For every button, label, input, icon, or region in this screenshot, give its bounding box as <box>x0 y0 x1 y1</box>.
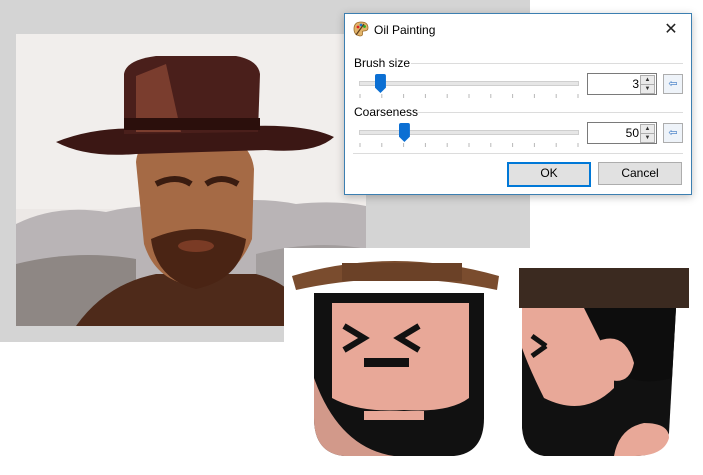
coarseness-reset-button[interactable]: ⇦ <box>663 123 683 143</box>
palette-icon <box>353 21 369 37</box>
reset-arrow-icon: ⇦ <box>668 78 678 90</box>
close-icon: ✕ <box>664 21 678 38</box>
coarseness-down-arrow-icon[interactable]: ▼ <box>640 133 655 143</box>
cartoon-heads <box>284 248 703 475</box>
coarseness-spinbox[interactable]: 50 ▲ ▼ <box>587 122 657 144</box>
brush-size-down-arrow-icon[interactable]: ▼ <box>640 84 655 94</box>
coarseness-label: Coarseness <box>354 105 419 119</box>
brush-size-value[interactable]: 3 <box>632 77 639 91</box>
reset-arrow-icon: ⇦ <box>668 127 678 139</box>
dialog-titlebar[interactable]: Oil Painting ✕ <box>345 14 691 44</box>
coarseness-slider-track[interactable] <box>359 130 579 135</box>
oil-painting-dialog: Oil Painting ✕ Brush size 3 ▲ ▼ ⇦ Coarse… <box>344 13 692 195</box>
ok-button[interactable]: OK <box>507 162 591 187</box>
brush-size-slider-track[interactable] <box>359 81 579 86</box>
brush-size-slider-thumb[interactable] <box>374 74 386 93</box>
close-button[interactable]: ✕ <box>651 14 691 44</box>
cancel-button[interactable]: Cancel <box>598 162 682 185</box>
coarseness-value[interactable]: 50 <box>626 126 639 140</box>
brush-size-slider-ticks <box>359 94 579 98</box>
dialog-title: Oil Painting <box>374 23 436 37</box>
coarseness-slider-ticks <box>359 143 579 147</box>
coarseness-separator <box>417 112 683 113</box>
brush-size-label: Brush size <box>354 56 411 70</box>
brush-size-separator <box>411 63 683 64</box>
brush-size-reset-button[interactable]: ⇦ <box>663 74 683 94</box>
brush-size-spinbox[interactable]: 3 ▲ ▼ <box>587 73 657 95</box>
coarseness-slider-thumb[interactable] <box>398 123 410 142</box>
footer-separator <box>353 153 683 154</box>
